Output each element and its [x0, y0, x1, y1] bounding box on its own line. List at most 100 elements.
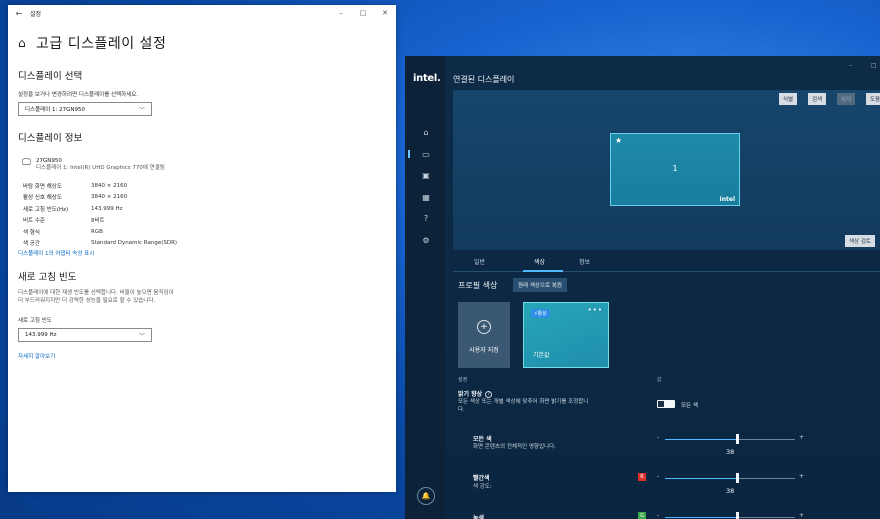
- monitor-connection: 디스플레이 1: Intel(R) UHD Graphics 770에 연결됨: [36, 165, 165, 171]
- monitor-1-tile[interactable]: ★ 1 intel: [610, 133, 740, 206]
- monitor-summary: 🖵 27GN950 디스플레이 1: Intel(R) UHD Graphics…: [22, 158, 396, 172]
- info-value: Standard Dynamic Range(SDR): [91, 240, 178, 247]
- slider-all-value: 38: [726, 448, 735, 456]
- green-slider[interactable]: - +: [657, 511, 807, 519]
- color-check-button[interactable]: 색상 검토: [845, 235, 875, 247]
- minus-icon[interactable]: -: [657, 512, 659, 519]
- apps-icon[interactable]: ▦: [420, 192, 432, 204]
- custom-profile-card[interactable]: + 사용자 지정: [458, 302, 510, 368]
- active-badge-label: 활성: [537, 311, 547, 317]
- info-value: 8비트: [91, 218, 105, 225]
- back-arrow-icon[interactable]: ←: [8, 9, 30, 18]
- plus-icon[interactable]: +: [799, 473, 804, 480]
- toggle-knob: [658, 401, 664, 407]
- slider-fill: [665, 439, 737, 440]
- detect-button[interactable]: 검색: [808, 93, 827, 105]
- display-info-heading: 디스플레이 정보: [18, 133, 83, 144]
- more-options-icon[interactable]: •••: [588, 306, 603, 314]
- brightness-title-text: 밝기 향상: [458, 391, 483, 398]
- slider-fill: [665, 478, 737, 479]
- intel-brand-mark: intel: [719, 196, 735, 203]
- chevron-down-icon: ﹀: [138, 332, 145, 340]
- plus-icon[interactable]: +: [799, 512, 804, 519]
- refresh-description-line: 디스플레이에 대한 재생 빈도를 선택합니다. 비율이 높으면 움직임이: [18, 290, 174, 296]
- minimize-button[interactable]: –: [330, 9, 352, 17]
- adapter-properties-link[interactable]: 디스플레이 1의 어댑터 속성 표시: [18, 249, 396, 257]
- refresh-rate-value: 143.999 Hz: [25, 332, 57, 338]
- refresh-description-line: 더 부드러워지지만 더 강력한 성능을 필요로 할 수 있습니다.: [18, 298, 156, 304]
- tab-info[interactable]: 정보: [579, 257, 590, 266]
- intel-maximize-button[interactable]: □: [871, 62, 877, 69]
- monitor-name: 27GN950: [36, 158, 62, 164]
- minus-icon[interactable]: -: [657, 473, 659, 480]
- default-profile-label: 기본값: [533, 352, 550, 359]
- slider-thumb[interactable]: [735, 473, 739, 483]
- display-icon[interactable]: ▭: [420, 149, 432, 161]
- intel-minimize-button[interactable]: –: [849, 62, 852, 69]
- bell-icon[interactable]: 🔔: [417, 487, 435, 505]
- tab-active-underline: [523, 270, 563, 272]
- brightness-title: 밝기 향상?: [458, 389, 493, 398]
- all-colors-slider[interactable]: - +: [657, 433, 807, 445]
- monitor-number: 1: [672, 164, 678, 173]
- info-key: 색 공간: [23, 241, 40, 248]
- info-value: 3840 × 2160: [91, 182, 128, 189]
- red-swatch: R: [638, 473, 646, 481]
- help-icon[interactable]: ?: [420, 213, 432, 225]
- tab-color[interactable]: 색상: [534, 257, 545, 266]
- custom-profile-label: 사용자 지정: [469, 347, 499, 354]
- question-icon[interactable]: ?: [485, 391, 493, 398]
- refresh-rate-dropdown[interactable]: 143.999 Hz ﹀: [18, 328, 152, 342]
- minus-icon[interactable]: -: [657, 434, 659, 441]
- settings-window: ← 설정 – □ ✕ ⌂ 고급 디스플레이 설정 디스플레이 선택 설정을 보거…: [8, 5, 396, 492]
- active-badge: ⚡ 활성: [531, 309, 550, 318]
- learn-more-link[interactable]: 자세히 알아보기: [18, 352, 396, 360]
- primary-star-icon: ★: [615, 136, 623, 145]
- maximize-button[interactable]: □: [352, 9, 374, 17]
- brightness-description: 모든 색상 또는 개별 색상에 맞추어 화면 밝기를 조정합니 다.: [458, 398, 638, 414]
- info-value: RGB: [91, 228, 103, 235]
- info-value: 3840 × 2160: [91, 194, 128, 201]
- help-button[interactable]: 도움: [866, 93, 880, 105]
- info-key: 활성 신호 해상도: [23, 195, 62, 202]
- nav-rail: [405, 56, 445, 519]
- display-arrangement-area: 식별 검색 복제 도움 ★ 1 intel 색상 검토: [453, 90, 880, 250]
- refresh-description: 디스플레이에 대한 재생 빈도를 선택합니다. 비율이 높으면 움직임이 더 부…: [18, 289, 238, 305]
- plus-icon: +: [477, 320, 491, 334]
- green-swatch: G: [638, 512, 646, 519]
- slider-red-desc: 색 강도:: [473, 484, 492, 490]
- close-button[interactable]: ✕: [374, 9, 396, 17]
- intel-logo: intel.: [413, 73, 441, 84]
- display-select-dropdown[interactable]: 디스플레이 1: 27GN950 ﹀: [18, 102, 152, 116]
- chevron-down-icon: ﹀: [138, 106, 145, 114]
- page-title: 고급 디스플레이 설정: [36, 36, 167, 52]
- monitor-icon: 🖵: [22, 158, 31, 168]
- gear-icon[interactable]: ⚙: [420, 235, 432, 247]
- restore-colors-button[interactable]: 원래 색상으로 복원: [513, 278, 567, 292]
- settings-window-title: 설정: [30, 10, 42, 18]
- video-icon[interactable]: ▣: [420, 170, 432, 182]
- brightness-description-line: 모든 색상 또는 개별 색상에 맞추어 화면 밝기를 조정합니: [458, 399, 589, 405]
- default-profile-card[interactable]: ⚡ 활성 ••• 기본값: [523, 302, 609, 368]
- info-value: 143.999 Hz: [91, 205, 123, 212]
- intel-page-title: 연결된 디스플레이: [453, 75, 515, 84]
- red-slider[interactable]: - +: [657, 472, 807, 484]
- display-select-value: 디스플레이 1: 27GN950: [25, 107, 86, 113]
- brightness-description-line: 다.: [458, 407, 465, 413]
- identify-button[interactable]: 식별: [779, 93, 798, 105]
- profile-color-label: 프로필 색상: [458, 281, 498, 290]
- info-row: 비트 수준 8비트: [23, 215, 396, 227]
- tab-general[interactable]: 일반: [474, 257, 485, 266]
- display-select-hint: 설정을 보거나 변경하려면 디스플레이를 선택하세요.: [18, 92, 139, 98]
- home-icon[interactable]: ⌂: [420, 127, 432, 139]
- info-row: 색 공간 Standard Dynamic Range(SDR): [23, 238, 396, 250]
- slider-fill: [665, 517, 737, 518]
- slider-thumb[interactable]: [735, 512, 739, 519]
- column-value: 값: [657, 377, 662, 383]
- tab-bar: 일반 색상 정보: [453, 254, 880, 272]
- settings-titlebar: ← 설정 – □ ✕: [8, 5, 396, 21]
- all-colors-toggle[interactable]: [657, 400, 675, 408]
- refresh-heading: 새로 고침 빈도: [18, 272, 77, 283]
- slider-thumb[interactable]: [735, 434, 739, 444]
- plus-icon[interactable]: +: [799, 434, 804, 441]
